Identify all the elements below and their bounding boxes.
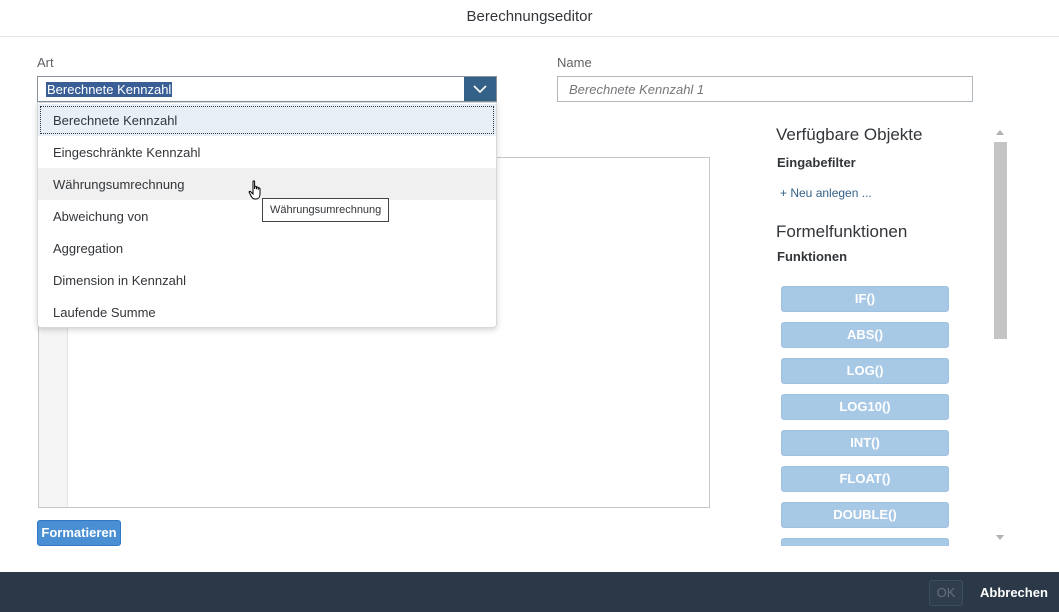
art-select-value: Berechnete Kennzahl xyxy=(46,82,173,97)
dialog-header: Berechnungseditor xyxy=(0,0,1059,37)
functions-label: Funktionen xyxy=(777,249,848,264)
dialog-footer: OK Abbrechen xyxy=(0,572,1059,612)
dropdown-item[interactable]: Berechnete Kennzahl xyxy=(38,104,496,136)
tooltip: Währungsumrechnung xyxy=(262,198,390,222)
art-dropdown-button[interactable] xyxy=(464,77,496,101)
available-objects-heading: Verfügbare Objekte xyxy=(776,125,923,144)
art-select[interactable]: Berechnete Kennzahl xyxy=(37,76,497,102)
dropdown-item[interactable]: Dimension in Kennzahl xyxy=(38,264,496,296)
dialog-title: Berechnungseditor xyxy=(466,8,593,25)
dropdown-item[interactable]: Aggregation xyxy=(38,232,496,264)
function-button-if[interactable]: IF() xyxy=(781,286,949,312)
function-button-float[interactable]: FLOAT() xyxy=(781,466,949,492)
scrollbar-thumb[interactable] xyxy=(994,142,1007,339)
scroll-up-arrow-icon[interactable] xyxy=(996,130,1004,135)
function-button-abs[interactable]: ABS() xyxy=(781,322,949,348)
scroll-down-arrow-icon[interactable] xyxy=(996,535,1004,540)
dropdown-item[interactable]: Laufende Summe xyxy=(38,296,496,328)
function-button-log[interactable]: LOG() xyxy=(781,358,949,384)
dropdown-item[interactable]: Währungsumrechnung xyxy=(38,168,496,200)
function-button-int[interactable]: INT() xyxy=(781,430,949,456)
function-button-log10[interactable]: LOG10() xyxy=(781,394,949,420)
name-label: Name xyxy=(557,55,592,70)
formula-functions-heading: Formelfunktionen xyxy=(776,222,908,241)
function-list-clip xyxy=(781,538,949,546)
dropdown-item[interactable]: Eingeschränkte Kennzahl xyxy=(38,136,496,168)
ok-button[interactable]: OK xyxy=(929,580,963,606)
art-label: Art xyxy=(37,55,54,70)
chevron-down-icon xyxy=(473,84,487,93)
create-new-link[interactable]: + Neu anlegen ... xyxy=(780,186,872,200)
cancel-button[interactable]: Abbrechen xyxy=(974,580,1054,606)
name-input[interactable]: Berechnete Kennzahl 1 xyxy=(557,76,973,102)
hand-cursor-icon xyxy=(248,180,261,200)
format-button[interactable]: Formatieren xyxy=(37,520,121,546)
input-filter-label: Eingabefilter xyxy=(777,155,856,170)
function-button-partial[interactable] xyxy=(781,538,949,546)
name-input-placeholder: Berechnete Kennzahl 1 xyxy=(569,82,705,97)
function-button-double[interactable]: DOUBLE() xyxy=(781,502,949,528)
